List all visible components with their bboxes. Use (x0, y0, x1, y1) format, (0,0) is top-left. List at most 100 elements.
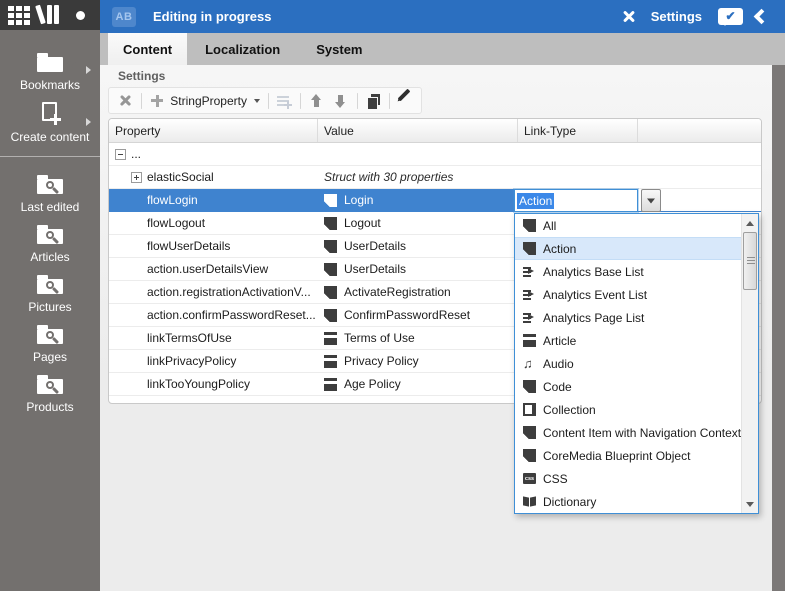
value-cell[interactable]: UserDetails (318, 258, 518, 280)
tab[interactable]: Content (108, 33, 188, 65)
property-cell[interactable]: linkPrivacyPolicy (109, 350, 318, 372)
value-text: UserDetails (344, 239, 407, 253)
option-type-icon (523, 403, 536, 416)
toolbar-item[interactable] (329, 90, 353, 112)
library-icon[interactable] (35, 4, 61, 25)
column-header[interactable]: Link-Type (518, 119, 638, 142)
dropdown-option[interactable]: CSS (515, 467, 741, 490)
dropdown-option[interactable]: Code (515, 375, 741, 398)
rail-item[interactable]: Articles (0, 217, 100, 267)
link-type-cell[interactable] (518, 166, 638, 188)
toolbar-icon (117, 93, 133, 109)
value-cell[interactable]: Terms of Use (318, 327, 518, 349)
link-type-dropdown: All Action Analytics Base List Analytics… (514, 213, 759, 514)
value-cell[interactable]: Age Policy (318, 373, 518, 395)
value-cell[interactable]: Struct with 30 properties (318, 166, 518, 188)
property-cell[interactable]: ... (109, 143, 318, 165)
scrollbar-thumb[interactable] (743, 232, 757, 290)
table-row[interactable]: elasticSocial Struct with 30 properties (109, 166, 761, 189)
toolbar-item[interactable]: StringProperty (145, 90, 264, 112)
value-cell[interactable]: ActivateRegistration (318, 281, 518, 303)
scroll-down-button[interactable] (742, 496, 758, 512)
property-cell[interactable]: flowLogin (109, 189, 318, 211)
value-cell[interactable]: Login (318, 189, 518, 211)
tab[interactable]: System (298, 33, 380, 65)
toolbar-item[interactable] (272, 90, 296, 112)
option-type-icon (523, 288, 536, 301)
property-cell[interactable]: flowLogout (109, 212, 318, 234)
value-text: ActivateRegistration (344, 285, 451, 299)
option-type-icon (523, 334, 536, 347)
toolbar-item[interactable] (361, 90, 385, 112)
rail-item[interactable]: Last edited (0, 167, 100, 217)
property-cell[interactable]: flowUserDetails (109, 235, 318, 257)
link-type-dropdown-button[interactable] (641, 189, 661, 212)
top-bar-actions: Settings (620, 8, 773, 26)
dropdown-option[interactable]: Collection (515, 398, 741, 421)
link-type-cell[interactable] (518, 143, 638, 165)
rail-item[interactable]: Create content (0, 96, 100, 148)
rail-item[interactable]: Bookmarks (0, 44, 100, 96)
value-cell[interactable] (318, 143, 518, 165)
toolbar-item[interactable] (393, 88, 417, 112)
collapsed-right-panel[interactable] (772, 65, 785, 591)
dropdown-option[interactable]: All (515, 214, 741, 237)
dropdown-scrollbar[interactable] (741, 214, 758, 513)
dropdown-option[interactable]: Action (515, 237, 741, 260)
column-header[interactable]: Value (318, 119, 518, 142)
rail-item-label: Pictures (28, 299, 72, 314)
link-type-options: All Action Analytics Base List Analytics… (515, 214, 741, 513)
dropdown-option[interactable]: Analytics Event List (515, 283, 741, 306)
tab[interactable]: Localization (187, 33, 298, 65)
option-label: CoreMedia Blueprint Object (543, 448, 691, 463)
dropdown-option[interactable]: Analytics Base List (515, 260, 741, 283)
expander-icon[interactable] (115, 148, 126, 160)
rail-item[interactable]: Pictures (0, 267, 100, 317)
link-type-input[interactable]: Action (514, 189, 638, 212)
value-type-icon (324, 239, 337, 253)
toolbar-item[interactable] (113, 90, 137, 112)
pan-icon[interactable] (68, 4, 92, 26)
property-name: linkTermsOfUse (147, 331, 232, 345)
scroll-up-button[interactable] (742, 215, 758, 231)
option-label: Audio (543, 356, 574, 371)
dropdown-option[interactable]: CoreMedia Blueprint Object (515, 444, 741, 467)
dropdown-option[interactable]: Audio (515, 352, 741, 375)
dropdown-option[interactable]: Article (515, 329, 741, 352)
rail-item[interactable]: Pages (0, 317, 100, 367)
value-cell[interactable]: Logout (318, 212, 518, 234)
value-text: UserDetails (344, 262, 407, 276)
property-cell[interactable]: action.registrationActivationV... (109, 281, 318, 303)
column-header[interactable]: Property (109, 119, 318, 142)
table-row[interactable]: flowLogin Login (109, 189, 761, 212)
rail-item[interactable]: Products (0, 367, 100, 417)
top-bar: AB Editing in progress Settings (100, 0, 785, 33)
expander-icon[interactable] (131, 171, 142, 183)
tab-label: Localization (205, 41, 281, 57)
message-check-icon[interactable] (718, 8, 743, 26)
settings-button[interactable]: Settings (651, 9, 702, 24)
value-cell[interactable]: ConfirmPasswordReset (318, 304, 518, 326)
column-header-label: Property (115, 123, 161, 138)
table-row[interactable]: ... (109, 143, 761, 166)
toolbar-item[interactable] (305, 90, 329, 112)
option-label: Code (543, 379, 572, 394)
value-cell[interactable]: UserDetails (318, 235, 518, 257)
property-cell[interactable]: elasticSocial (109, 166, 318, 188)
option-type-icon (523, 472, 536, 485)
struct-toolbar: StringProperty (108, 87, 422, 114)
property-cell[interactable]: action.userDetailsView (109, 258, 318, 280)
tools-icon[interactable] (620, 9, 638, 25)
value-type-icon (324, 354, 337, 368)
value-cell[interactable]: Privacy Policy (318, 350, 518, 372)
property-cell[interactable]: linkTermsOfUse (109, 327, 318, 349)
option-label: Collection (543, 402, 596, 417)
apps-grid-icon[interactable] (8, 5, 30, 25)
dropdown-option[interactable]: Dictionary (515, 490, 741, 513)
collapse-left-icon[interactable] (753, 8, 770, 25)
dropdown-option[interactable]: Content Item with Navigation Context (515, 421, 741, 444)
dropdown-option[interactable]: Analytics Page List (515, 306, 741, 329)
page-title: Editing in progress (153, 9, 272, 24)
property-cell[interactable]: linkTooYoungPolicy (109, 373, 318, 395)
property-cell[interactable]: action.confirmPasswordReset... (109, 304, 318, 326)
